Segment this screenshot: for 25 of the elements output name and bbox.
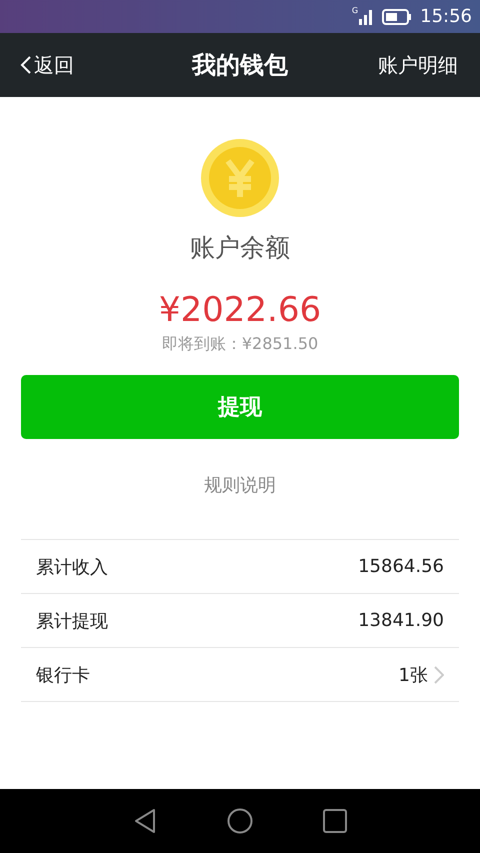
row-value: 15864.56 bbox=[358, 556, 444, 577]
signal-icon bbox=[358, 8, 374, 24]
clock-time: 15:56 bbox=[420, 6, 472, 27]
balance-amount: ¥2022.66 bbox=[158, 290, 322, 330]
back-icon[interactable] bbox=[133, 808, 157, 834]
account-details-link[interactable]: 账户明细 bbox=[378, 52, 458, 78]
coin-icon bbox=[201, 139, 279, 217]
home-icon[interactable] bbox=[227, 808, 253, 834]
network-type: G bbox=[352, 6, 358, 15]
back-label: 返回 bbox=[34, 52, 74, 78]
battery-icon bbox=[382, 8, 412, 24]
chevron-left-icon bbox=[20, 55, 32, 75]
balance-label: 账户余额 bbox=[190, 232, 290, 264]
chevron-right-icon bbox=[434, 666, 444, 684]
row-label: 银行卡 bbox=[36, 664, 90, 686]
recents-icon[interactable] bbox=[323, 809, 347, 833]
pending-amount: 即将到账：¥2851.50 bbox=[162, 334, 318, 355]
row-label: 累计收入 bbox=[36, 556, 108, 578]
list-row[interactable]: 银行卡 1张 bbox=[21, 648, 459, 702]
row-value: 1张 bbox=[398, 664, 428, 686]
page-title: 我的钱包 bbox=[192, 50, 288, 81]
rules-link[interactable]: 规则说明 bbox=[204, 473, 276, 497]
row-value: 13841.90 bbox=[358, 610, 444, 631]
back-link[interactable]: 返回 bbox=[20, 52, 74, 78]
row-label: 累计提现 bbox=[36, 610, 108, 632]
